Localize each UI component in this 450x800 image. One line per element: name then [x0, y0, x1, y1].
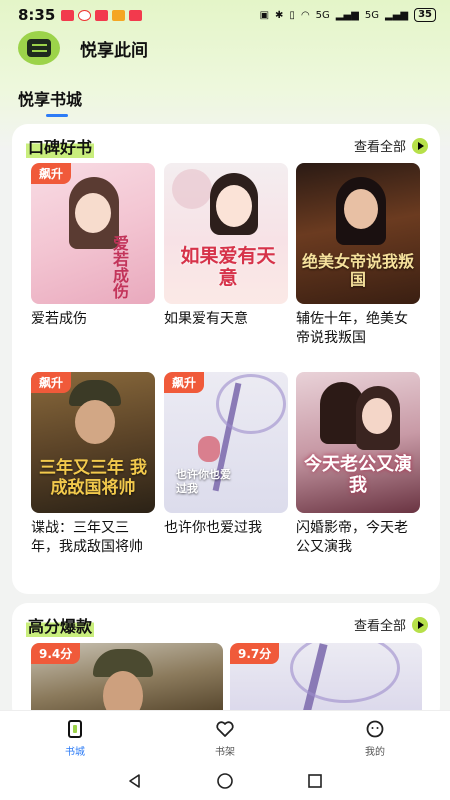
- profile-icon: [366, 720, 384, 738]
- nav-label: 我的: [365, 747, 385, 758]
- hot-badge: 飙升: [31, 163, 72, 184]
- book-title: 爱若成伤: [31, 311, 87, 327]
- nav-item-bookshelf[interactable]: 书架: [150, 711, 300, 762]
- section-recommended: 口碑好书 查看全部 爱若成伤 飙升 爱若成伤 如果爱有天意 如果爱有天意 绝美女…: [12, 124, 440, 594]
- system-nav-bar: [0, 762, 450, 800]
- cover-title: 今天老公又演我: [304, 454, 412, 496]
- signal-icon: ▂▄▆: [335, 9, 359, 21]
- notification-icons: [61, 9, 143, 21]
- notification-icon: [78, 9, 92, 21]
- notification-icon: [129, 9, 143, 21]
- wifi-icon: ◠: [300, 9, 310, 21]
- arrow-right-icon: [412, 616, 428, 633]
- signal-icon: ▂▄▆: [385, 9, 409, 21]
- book-title: 闪婚影帝，今天老公又演我: [296, 520, 408, 555]
- status-bar: 8:35 ▣ ✱ ▯ ◠ 5G ▂▄▆ 5G ▂▄▆ 35: [0, 0, 450, 30]
- status-time: 8:35: [18, 6, 56, 24]
- view-all-label: 查看全部: [353, 140, 406, 155]
- cover-title: 爱若成伤: [110, 235, 129, 299]
- book-cover: 如果爱有天意: [164, 163, 288, 304]
- cover-flowers: [172, 169, 212, 209]
- score-badge: 9.7分: [230, 643, 280, 664]
- cover-face: [344, 189, 378, 229]
- cover-face: [75, 400, 115, 444]
- view-all-button[interactable]: 查看全部: [354, 615, 428, 634]
- hot-badge: 飙升: [164, 372, 205, 393]
- book-title: 辅佐十年，绝美女帝说我叛国: [296, 311, 408, 346]
- book-cover: 今天老公又演我: [296, 372, 420, 513]
- recents-icon[interactable]: [306, 772, 324, 790]
- nav-item-bookstore[interactable]: 书城: [0, 711, 150, 762]
- heart-icon: [216, 721, 234, 737]
- book-title: 谍战：三年又三年，我成敌国将帅: [31, 520, 143, 555]
- section-header: 口碑好书: [26, 134, 95, 158]
- signal-label: 5G: [315, 9, 330, 21]
- score-badge: 9.4分: [31, 643, 81, 664]
- notification-icon: [112, 9, 126, 21]
- bookstore-icon: [68, 720, 82, 738]
- section-title: 口碑好书: [26, 134, 95, 158]
- nav-label: 书架: [215, 747, 235, 758]
- nav-label: 书城: [65, 747, 85, 758]
- tab-indicator: [46, 114, 68, 117]
- cover-face: [75, 193, 111, 233]
- app-logo-icon[interactable]: [18, 31, 60, 65]
- book-card[interactable]: 今天老公又演我 闪婚影帝，今天老公又演我: [296, 372, 420, 557]
- view-all-button[interactable]: 查看全部: [354, 136, 428, 155]
- cover-title: 如果爱有天意: [180, 245, 276, 289]
- book-cover: 爱若成伤 飙升: [31, 163, 155, 304]
- book-cover: 绝美女帝说我叛国: [296, 163, 420, 304]
- cover-title: 也许你也爱过我: [176, 468, 231, 495]
- bottom-nav: 书城 书架 我的: [0, 710, 450, 762]
- section-top-rated: 高分爆款 查看全部 9.4分 9.7分: [12, 603, 440, 723]
- notification-icon: [95, 9, 109, 21]
- cover-title: 三年又三年 我成敌国将帅: [39, 458, 147, 498]
- book-card[interactable]: 三年又三年 我成敌国将帅 飙升 谍战：三年又三年，我成敌国将帅: [31, 372, 155, 557]
- cover-figure: [198, 436, 220, 462]
- app-header: 悦享此间: [18, 30, 148, 66]
- cover-face: [216, 185, 252, 227]
- tab-bookstore[interactable]: 悦享书城: [18, 86, 82, 110]
- book-card[interactable]: 如果爱有天意 如果爱有天意: [164, 163, 288, 329]
- nav-item-profile[interactable]: 我的: [300, 711, 450, 762]
- section-header: 高分爆款: [26, 613, 95, 637]
- nfc-icon: ▣: [259, 9, 270, 21]
- section-title: 高分爆款: [26, 613, 95, 637]
- cover-branches: [216, 374, 286, 434]
- app-title: 悦享此间: [80, 40, 148, 61]
- status-right: ▣ ✱ ▯ ◠ 5G ▂▄▆ 5G ▂▄▆ 35: [260, 8, 436, 22]
- book-cover: 也许你也爱过我 飙升: [164, 372, 288, 513]
- book-title: 如果爱有天意: [164, 311, 248, 327]
- signal-label: 5G: [364, 9, 379, 21]
- bluetooth-icon: ✱: [275, 9, 284, 21]
- arrow-right-icon: [412, 137, 428, 154]
- back-icon[interactable]: [126, 772, 144, 790]
- book-card[interactable]: 爱若成伤 飙升 爱若成伤: [31, 163, 155, 329]
- notification-icon: [61, 9, 75, 21]
- home-icon[interactable]: [216, 772, 234, 790]
- cover-title: 绝美女帝说我叛国: [302, 252, 415, 289]
- view-all-label: 查看全部: [353, 619, 406, 634]
- hot-badge: 飙升: [31, 372, 72, 393]
- cover-face: [362, 398, 392, 434]
- book-title: 也许你也爱过我: [164, 520, 262, 536]
- book-card[interactable]: 绝美女帝说我叛国 辅佐十年，绝美女帝说我叛国: [296, 163, 420, 348]
- vibrate-icon: ▯: [289, 9, 295, 21]
- battery-icon: 35: [414, 8, 436, 22]
- book-card[interactable]: 也许你也爱过我 飙升 也许你也爱过我: [164, 372, 288, 538]
- book-cover: 三年又三年 我成敌国将帅 飙升: [31, 372, 155, 513]
